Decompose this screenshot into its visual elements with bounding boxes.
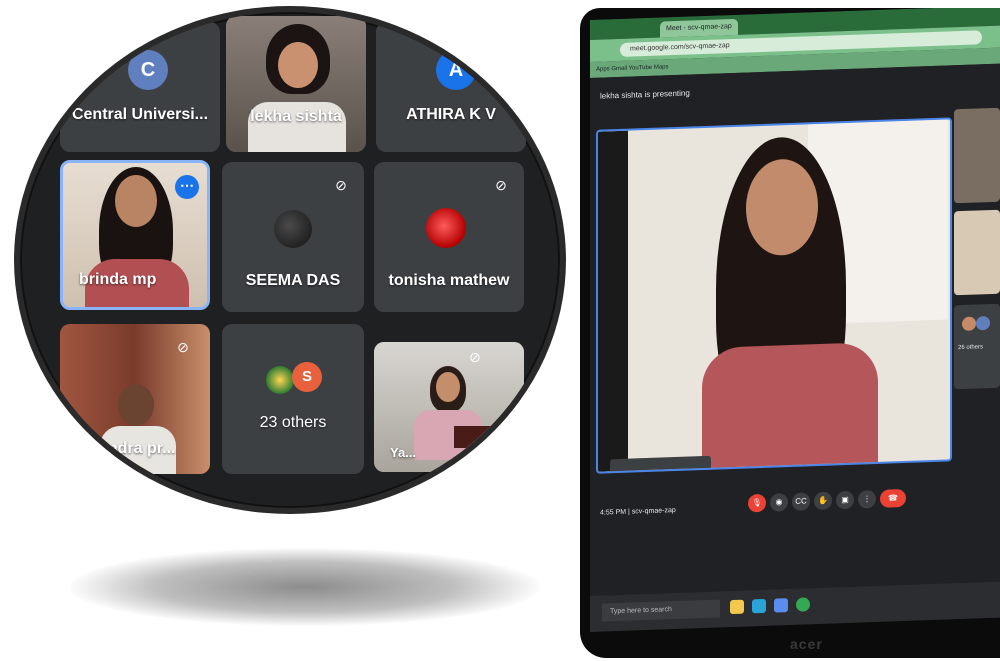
more-options-icon[interactable]: ⋯ (175, 175, 199, 199)
participant-tile[interactable]: ⋯ brinda mp (60, 160, 210, 310)
participant-name: ...ndra pr... (94, 440, 176, 457)
mic-off-icon: ⊘ (335, 177, 347, 193)
participant-tile[interactable]: A ATHIRA K V (376, 22, 526, 152)
call-controls: 🎙 ◉ CC ✋ ▣ ⋮ ☎ (590, 478, 1000, 532)
mic-button[interactable]: 🎙 (748, 493, 766, 513)
participant-tile[interactable]: ⊘ tonisha mathew (374, 162, 524, 312)
participant-tile[interactable]: ⊘ SEEMA DAS (222, 162, 364, 312)
participant-video (226, 16, 366, 152)
file-explorer-icon[interactable] (730, 599, 744, 615)
side-thumbnail[interactable] (954, 209, 1000, 296)
taskbar-search-input[interactable]: Type here to search (602, 599, 720, 622)
edge-icon[interactable] (752, 598, 766, 614)
participant-name: Ya... (390, 445, 417, 460)
mic-off-icon: ⊘ (469, 349, 481, 365)
chrome-icon[interactable] (796, 597, 810, 612)
avatar (274, 210, 312, 248)
laptop-photo: Meet - scv-qmae-zap meet.google.com/scv-… (580, 8, 1000, 658)
captions-button[interactable]: CC (792, 492, 810, 511)
participant-tile[interactable]: C Central Universi... (60, 22, 220, 152)
presenting-label: lekha sishta is presenting (600, 88, 690, 101)
avatar: S (292, 362, 322, 392)
others-count: 26 others (958, 344, 984, 352)
present-button[interactable]: ▣ (836, 490, 854, 510)
meet-area: lekha sishta is presenting Sneha Sunny h… (590, 63, 1000, 596)
avatar (426, 208, 466, 248)
store-icon[interactable] (774, 598, 788, 613)
avatar: C (128, 50, 168, 90)
participant-name: tonisha mathew (388, 272, 510, 289)
mic-off-icon: ⊘ (495, 177, 507, 193)
participant-name: brinda mp (79, 271, 157, 288)
participant-name: SEEMA DAS (245, 272, 341, 289)
zoomed-meet-grid: C Central Universi... lekha sishta A ATH… (14, 6, 566, 514)
drop-shadow (70, 548, 540, 626)
participant-name: lekha sishta (250, 108, 342, 125)
more-options-button[interactable]: ⋮ (858, 490, 876, 509)
side-thumbnail[interactable]: 26 others (954, 303, 1000, 390)
participant-name: Central Universi... (71, 106, 209, 123)
side-thumbnail[interactable] (954, 107, 1000, 204)
end-call-button[interactable]: ☎ (880, 488, 906, 508)
left-meeting-toast: Sneha Sunny has left the meeting (610, 455, 711, 474)
participant-name: 23 others (259, 414, 327, 431)
main-speaker-tile[interactable]: Sneha Sunny has left the meeting (596, 117, 952, 474)
participant-tile[interactable]: ⊘ ...ndra pr... (60, 324, 210, 474)
participant-name: ATHIRA K V (406, 106, 496, 123)
participant-tile[interactable]: S 23 others (222, 324, 364, 474)
laptop-brand-logo: acer (790, 636, 823, 652)
avatar (266, 366, 294, 394)
avatar: A (436, 50, 476, 90)
mic-off-icon: ⊘ (177, 339, 189, 355)
participant-tile[interactable]: ⊘ Ya... (374, 342, 524, 472)
raise-hand-button[interactable]: ✋ (814, 491, 832, 511)
camera-button[interactable]: ◉ (770, 493, 788, 512)
laptop-screen: Meet - scv-qmae-zap meet.google.com/scv-… (590, 8, 1000, 632)
participant-tile[interactable]: lekha sishta (226, 16, 366, 152)
